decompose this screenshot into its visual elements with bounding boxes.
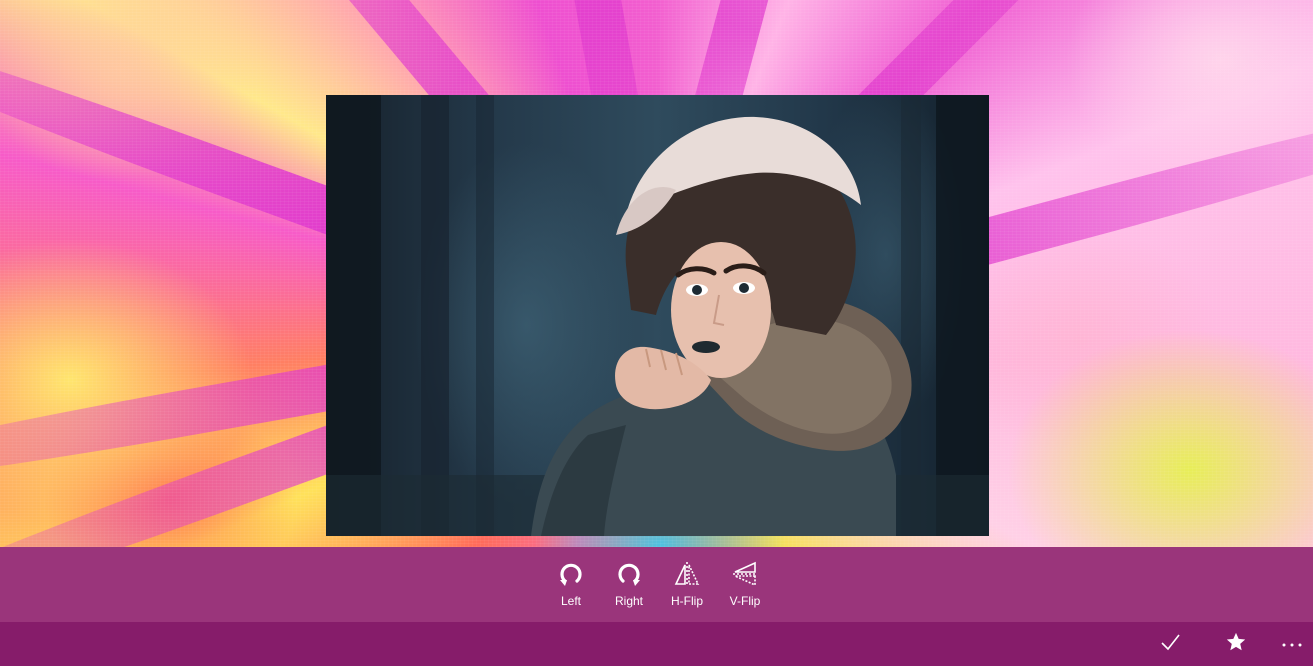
rotate-flip-tools: Left Right H-Flip V-Flip <box>542 559 774 619</box>
checkmark-icon <box>1159 631 1181 658</box>
rotate-right-icon <box>614 559 644 589</box>
photo-editor-window: Left Right H-Flip V-Flip <box>0 0 1313 666</box>
apply-button[interactable] <box>1152 622 1188 666</box>
tool-label: Left <box>560 594 581 608</box>
edit-toolbar: Left Right H-Flip V-Flip <box>0 547 1313 622</box>
flip-horizontal-button[interactable]: H-Flip <box>658 559 716 619</box>
rotate-right-button[interactable]: Right <box>600 559 658 619</box>
favorite-button[interactable] <box>1218 622 1254 666</box>
rotate-left-button[interactable]: Left <box>542 559 600 619</box>
flip-vertical-icon <box>730 559 760 589</box>
edited-photo[interactable] <box>326 95 989 536</box>
portrait-photo <box>326 95 989 536</box>
flip-horizontal-icon <box>672 559 702 589</box>
star-icon <box>1225 631 1247 658</box>
command-bar <box>0 622 1313 666</box>
more-options-button[interactable] <box>1274 622 1310 666</box>
more-icon <box>1281 635 1303 653</box>
rotate-left-icon <box>556 559 586 589</box>
flip-vertical-button[interactable]: V-Flip <box>716 559 774 619</box>
tool-label: V-Flip <box>729 594 761 608</box>
tool-label: Right <box>614 594 643 608</box>
tool-label: H-Flip <box>671 594 703 608</box>
background-canvas <box>0 0 1313 547</box>
